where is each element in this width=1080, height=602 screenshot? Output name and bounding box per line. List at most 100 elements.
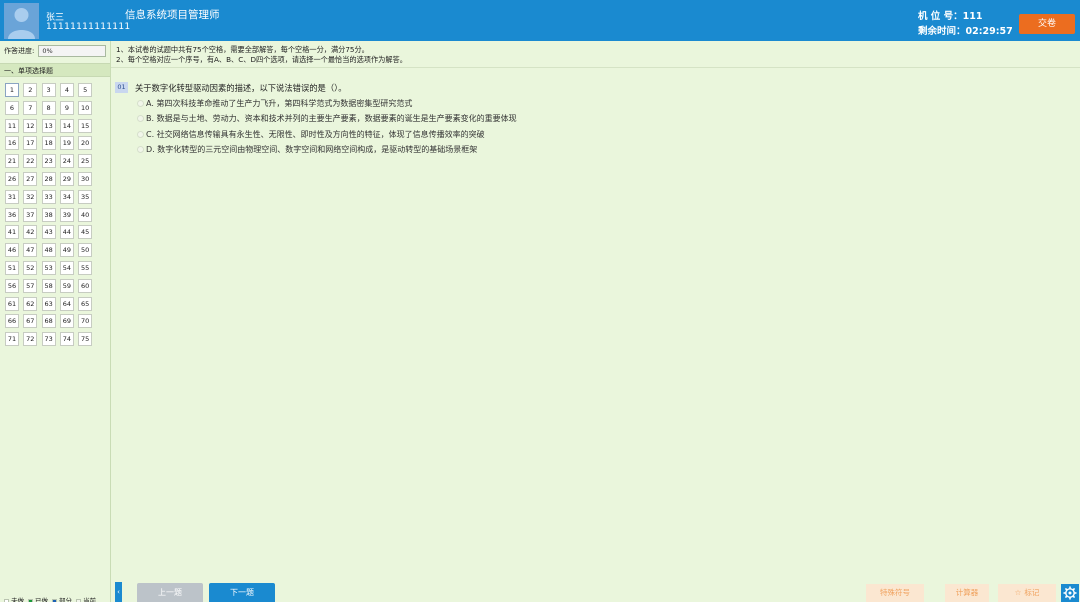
radio-a[interactable] (137, 100, 144, 107)
question-cell[interactable]: 16 (5, 136, 19, 151)
question-cell[interactable]: 40 (78, 207, 93, 222)
question-cell[interactable]: 22 (23, 154, 38, 169)
calculator-button[interactable]: 计算器 (945, 584, 989, 602)
question-cell[interactable]: 48 (41, 243, 56, 258)
question-cell[interactable]: 43 (41, 225, 56, 240)
radio-d[interactable] (137, 146, 144, 153)
question-cell[interactable]: 31 (5, 189, 19, 204)
question-cell[interactable]: 35 (78, 189, 93, 204)
question-cell[interactable]: 54 (59, 261, 74, 275)
mark-label: 标记 (1024, 588, 1040, 597)
question-cell[interactable]: 29 (59, 172, 74, 186)
question-cell[interactable]: 34 (59, 189, 74, 204)
question-cell[interactable]: 62 (23, 296, 38, 311)
question-cell[interactable]: 32 (23, 189, 38, 204)
question-cell[interactable]: 10 (78, 100, 93, 115)
question-cell[interactable]: 9 (59, 100, 74, 115)
question-cell[interactable]: 12 (23, 118, 38, 133)
option-a[interactable]: A. 第四次科技革命推动了生产力飞升，第四科学范式为数据密集型研究范式 (137, 98, 412, 109)
question-cell[interactable]: 24 (59, 154, 74, 169)
settings-button[interactable] (1061, 584, 1079, 602)
question-cell[interactable]: 19 (59, 136, 74, 151)
question-cell[interactable]: 59 (59, 278, 74, 293)
question-cell[interactable]: 69 (59, 314, 74, 329)
question-cell[interactable]: 39 (59, 207, 74, 222)
question-cell[interactable]: 65 (78, 296, 93, 311)
question-cell[interactable]: 41 (5, 225, 19, 240)
question-cell[interactable]: 37 (23, 207, 38, 222)
question-cell[interactable]: 68 (41, 314, 56, 329)
question-cell[interactable]: 15 (78, 118, 93, 133)
question-cell[interactable]: 13 (41, 118, 56, 133)
option-b[interactable]: B. 数据是与土地、劳动力、资本和技术并列的主要生产要素，数据要素的诞生是生产要… (137, 113, 517, 124)
question-cell[interactable]: 67 (23, 314, 38, 329)
gear-icon (1063, 586, 1077, 600)
question-cell[interactable]: 26 (5, 172, 19, 186)
question-cell[interactable]: 23 (41, 154, 56, 169)
question-cell[interactable]: 46 (5, 243, 19, 258)
question-cell[interactable]: 42 (23, 225, 38, 240)
top-header: 张三 11111111111111 信息系统项目管理师 机 位 号：111 剩余… (0, 0, 1080, 41)
question-cell[interactable]: 73 (41, 332, 56, 347)
question-cell[interactable]: 51 (5, 261, 19, 275)
question-cell[interactable]: 21 (5, 154, 19, 169)
option-c[interactable]: C. 社交网络信息传输具有永生性、无限性、即时性及方向性的特征，体现了信息传播效… (137, 129, 485, 140)
question-cell[interactable]: 33 (41, 189, 56, 204)
question-cell[interactable]: 38 (41, 207, 56, 222)
question-cell[interactable]: 11 (5, 118, 19, 133)
question-cell[interactable]: 36 (5, 207, 19, 222)
question-cell[interactable]: 58 (41, 278, 56, 293)
question-cell[interactable]: 30 (78, 172, 93, 186)
question-cell[interactable]: 57 (23, 278, 38, 293)
question-cell[interactable]: 49 (59, 243, 74, 258)
question-cell[interactable]: 47 (23, 243, 38, 258)
question-cell[interactable]: 4 (59, 83, 74, 97)
question-cell[interactable]: 20 (78, 136, 93, 151)
question-cell[interactable]: 71 (5, 332, 19, 347)
question-cell[interactable]: 28 (41, 172, 56, 186)
section-title[interactable]: 一、单项选择题 (0, 63, 110, 77)
question-cell[interactable]: 75 (78, 332, 93, 347)
question-cell[interactable]: 70 (78, 314, 93, 329)
question-cell[interactable]: 7 (23, 100, 38, 115)
legend-item: 已做 (28, 595, 48, 602)
question-cell[interactable]: 55 (78, 261, 93, 275)
question-cell[interactable]: 53 (41, 261, 56, 275)
question-cell[interactable]: 72 (23, 332, 38, 347)
bottom-toolbar: ‹ 上一题 下一题 特殊符号 计算器 ☆ 标记 (111, 581, 1080, 602)
progress-row: 作答进度: 0% (4, 45, 107, 57)
question-cell[interactable]: 56 (5, 278, 19, 293)
radio-c[interactable] (137, 131, 144, 138)
question-cell[interactable]: 45 (78, 225, 93, 240)
question-cell[interactable]: 1 (5, 83, 19, 97)
question-cell[interactable]: 8 (41, 100, 56, 115)
question-cell[interactable]: 25 (78, 154, 93, 169)
question-cell[interactable]: 5 (78, 83, 93, 97)
question-cell[interactable]: 14 (59, 118, 74, 133)
question-cell[interactable]: 60 (78, 278, 93, 293)
radio-b[interactable] (137, 115, 144, 122)
next-question-button[interactable]: 下一题 (209, 583, 275, 602)
submit-exam-button[interactable]: 交卷 (1019, 14, 1075, 34)
question-cell[interactable]: 63 (41, 296, 56, 311)
question-cell[interactable]: 61 (5, 296, 19, 311)
question-cell[interactable]: 64 (59, 296, 74, 311)
question-cell[interactable]: 52 (23, 261, 38, 275)
question-cell[interactable]: 17 (23, 136, 38, 151)
instruction-line: 1、本试卷的试题中共有75个空格，需要全部解答，每个空格一分，满分75分。 (116, 45, 369, 54)
question-cell[interactable]: 27 (23, 172, 38, 186)
question-cell[interactable]: 2 (23, 83, 38, 97)
question-cell[interactable]: 6 (5, 100, 19, 115)
collapse-sidebar-button[interactable]: ‹ (115, 582, 122, 602)
special-symbols-button[interactable]: 特殊符号 (866, 584, 924, 602)
prev-question-button[interactable]: 上一题 (137, 583, 203, 602)
question-cell[interactable]: 3 (41, 83, 56, 97)
option-d[interactable]: D. 数字化转型的三元空间由物理空间、数字空间和网络空间构成，是驱动转型的基础场… (137, 144, 477, 155)
progress-value: 0% (38, 45, 107, 57)
question-cell[interactable]: 66 (5, 314, 19, 329)
question-cell[interactable]: 74 (59, 332, 74, 347)
mark-button[interactable]: ☆ 标记 (998, 584, 1056, 602)
question-cell[interactable]: 44 (59, 225, 74, 240)
question-cell[interactable]: 50 (78, 243, 93, 258)
question-cell[interactable]: 18 (41, 136, 56, 151)
